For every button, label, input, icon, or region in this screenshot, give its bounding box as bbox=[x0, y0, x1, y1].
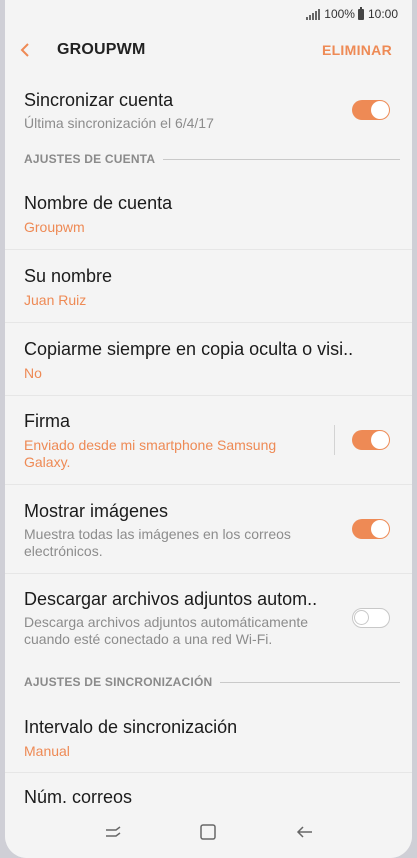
your-name-value: Juan Ruiz bbox=[24, 292, 87, 308]
screen: 100% 10:00 GROUPWM ELIMINAR Sincronizar … bbox=[5, 0, 412, 858]
sync-settings-header: AJUSTES DE SINCRONIZACIÓN bbox=[24, 675, 213, 689]
signature-toggle[interactable] bbox=[352, 430, 390, 450]
sync-account-subtitle: Última sincronización el 6/4/17 bbox=[24, 115, 214, 131]
sync-interval-value: Manual bbox=[24, 743, 70, 759]
status-bar: 100% 10:00 bbox=[5, 0, 412, 28]
bcc-title: Copiarme siempre en copia oculta o visi.… bbox=[24, 339, 354, 359]
signal-icon bbox=[306, 8, 321, 20]
delete-button[interactable]: ELIMINAR bbox=[322, 42, 392, 58]
your-name-row[interactable]: Su nombre Juan Ruiz bbox=[5, 250, 412, 323]
show-images-subtitle: Muestra todas las imágenes en los correo… bbox=[24, 526, 291, 559]
next-setting-partial[interactable]: Núm. correos bbox=[5, 773, 412, 808]
nav-back-icon[interactable] bbox=[292, 820, 316, 844]
signature-title: Firma bbox=[24, 411, 70, 431]
page-title: GROUPWM bbox=[57, 41, 146, 58]
section-header-sync: AJUSTES DE SINCRONIZACIÓN bbox=[5, 664, 412, 700]
account-settings-header: AJUSTES DE CUENTA bbox=[24, 152, 156, 166]
signature-value: Enviado desde mi smartphone Samsung Gala… bbox=[24, 437, 277, 470]
your-name-title: Su nombre bbox=[24, 266, 113, 286]
app-bar: GROUPWM ELIMINAR bbox=[5, 28, 412, 72]
auto-download-row[interactable]: Descargar archivos adjuntos autom.. Desc… bbox=[5, 574, 412, 664]
clock: 10:00 bbox=[367, 7, 398, 21]
navigation-bar bbox=[5, 806, 412, 858]
show-images-title: Mostrar imágenes bbox=[24, 501, 169, 521]
account-name-title: Nombre de cuenta bbox=[24, 193, 173, 213]
battery-percent: 100% bbox=[324, 7, 355, 21]
section-header-account: AJUSTES DE CUENTA bbox=[5, 141, 412, 177]
bcc-row[interactable]: Copiarme siempre en copia oculta o visi.… bbox=[5, 323, 412, 396]
auto-download-title: Descargar archivos adjuntos autom.. bbox=[24, 589, 318, 609]
settings-list: Sincronizar cuenta Última sincronización… bbox=[5, 73, 412, 808]
bcc-value: No bbox=[24, 365, 42, 381]
sync-account-toggle[interactable] bbox=[352, 100, 390, 120]
sync-account-title: Sincronizar cuenta bbox=[24, 90, 174, 110]
show-images-row[interactable]: Mostrar imágenes Muestra todas las imáge… bbox=[5, 485, 412, 574]
battery-icon bbox=[357, 6, 364, 20]
account-name-row[interactable]: Nombre de cuenta Groupwm bbox=[5, 177, 412, 250]
divider bbox=[334, 425, 335, 455]
auto-download-subtitle: Descarga archivos adjuntos automáticamen… bbox=[24, 614, 309, 647]
home-icon[interactable] bbox=[196, 820, 220, 844]
account-name-value: Groupwm bbox=[24, 219, 85, 235]
recents-icon[interactable] bbox=[101, 820, 125, 844]
sync-interval-title: Intervalo de sincronización bbox=[24, 717, 238, 737]
signature-row[interactable]: Firma Enviado desde mi smartphone Samsun… bbox=[5, 396, 412, 485]
auto-download-toggle[interactable] bbox=[352, 608, 390, 628]
sync-account-row[interactable]: Sincronizar cuenta Última sincronización… bbox=[5, 73, 412, 141]
back-arrow-icon[interactable] bbox=[19, 42, 35, 58]
show-images-toggle[interactable] bbox=[352, 519, 390, 539]
sync-interval-row[interactable]: Intervalo de sincronización Manual bbox=[5, 700, 412, 773]
